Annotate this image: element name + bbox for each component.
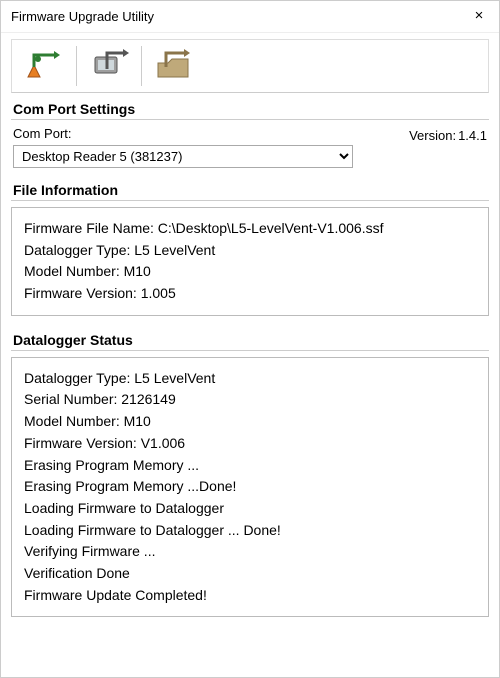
file-info-line: Firmware File Name: C:\Desktop\L5-LevelV… [24, 218, 476, 240]
status-line: Serial Number: 2126149 [24, 389, 476, 411]
status-line: Verifying Firmware ... [24, 541, 476, 563]
browse-folder-icon [154, 49, 194, 83]
divider [11, 350, 489, 351]
file-info-line: Firmware Version: 1.005 [24, 283, 476, 305]
divider [11, 200, 489, 201]
file-info-title: File Information [11, 182, 489, 200]
status-line: Firmware Update Completed! [24, 585, 476, 607]
toolbar-separator [141, 46, 142, 86]
comport-left: Com Port: Desktop Reader 5 (381237) [13, 126, 399, 168]
comport-group-title: Com Port Settings [11, 101, 489, 119]
status-line: Erasing Program Memory ...Done! [24, 476, 476, 498]
comport-group: Com Port Settings Com Port: Desktop Read… [11, 101, 489, 168]
file-info-group: File Information Firmware File Name: C:\… [11, 182, 489, 316]
status-box: Datalogger Type: L5 LevelVent Serial Num… [11, 357, 489, 618]
status-line: Model Number: M10 [24, 411, 476, 433]
comport-label: Com Port: [13, 126, 399, 141]
status-line: Verification Done [24, 563, 476, 585]
status-line: Datalogger Type: L5 LevelVent [24, 368, 476, 390]
file-info-line: Datalogger Type: L5 LevelVent [24, 240, 476, 262]
browse-folder-button[interactable] [146, 44, 202, 88]
file-info-box: Firmware File Name: C:\Desktop\L5-LevelV… [11, 207, 489, 316]
open-file-button[interactable] [16, 44, 72, 88]
version-label: Version: [409, 128, 456, 143]
toolbar [11, 39, 489, 93]
open-file-icon [24, 49, 64, 83]
comport-select[interactable]: Desktop Reader 5 (381237) [13, 145, 353, 168]
divider [11, 119, 489, 120]
titlebar: Firmware Upgrade Utility × [1, 1, 499, 33]
app-window: Firmware Upgrade Utility × [0, 0, 500, 678]
status-line: Erasing Program Memory ... [24, 455, 476, 477]
version-display: Version:1.4.1 [409, 126, 487, 143]
content-area: Com Port Settings Com Port: Desktop Read… [1, 33, 499, 677]
file-info-line: Model Number: M10 [24, 261, 476, 283]
toolbar-separator [76, 46, 77, 86]
upload-device-icon [89, 49, 129, 83]
window-title: Firmware Upgrade Utility [11, 9, 154, 24]
status-title: Datalogger Status [11, 332, 489, 350]
status-line: Loading Firmware to Datalogger ... Done! [24, 520, 476, 542]
status-line: Loading Firmware to Datalogger [24, 498, 476, 520]
status-line: Firmware Version: V1.006 [24, 433, 476, 455]
comport-row: Com Port: Desktop Reader 5 (381237) Vers… [11, 126, 489, 168]
upload-device-button[interactable] [81, 44, 137, 88]
close-button[interactable]: × [469, 7, 489, 27]
version-value: 1.4.1 [458, 128, 487, 143]
status-group: Datalogger Status Datalogger Type: L5 Le… [11, 332, 489, 618]
